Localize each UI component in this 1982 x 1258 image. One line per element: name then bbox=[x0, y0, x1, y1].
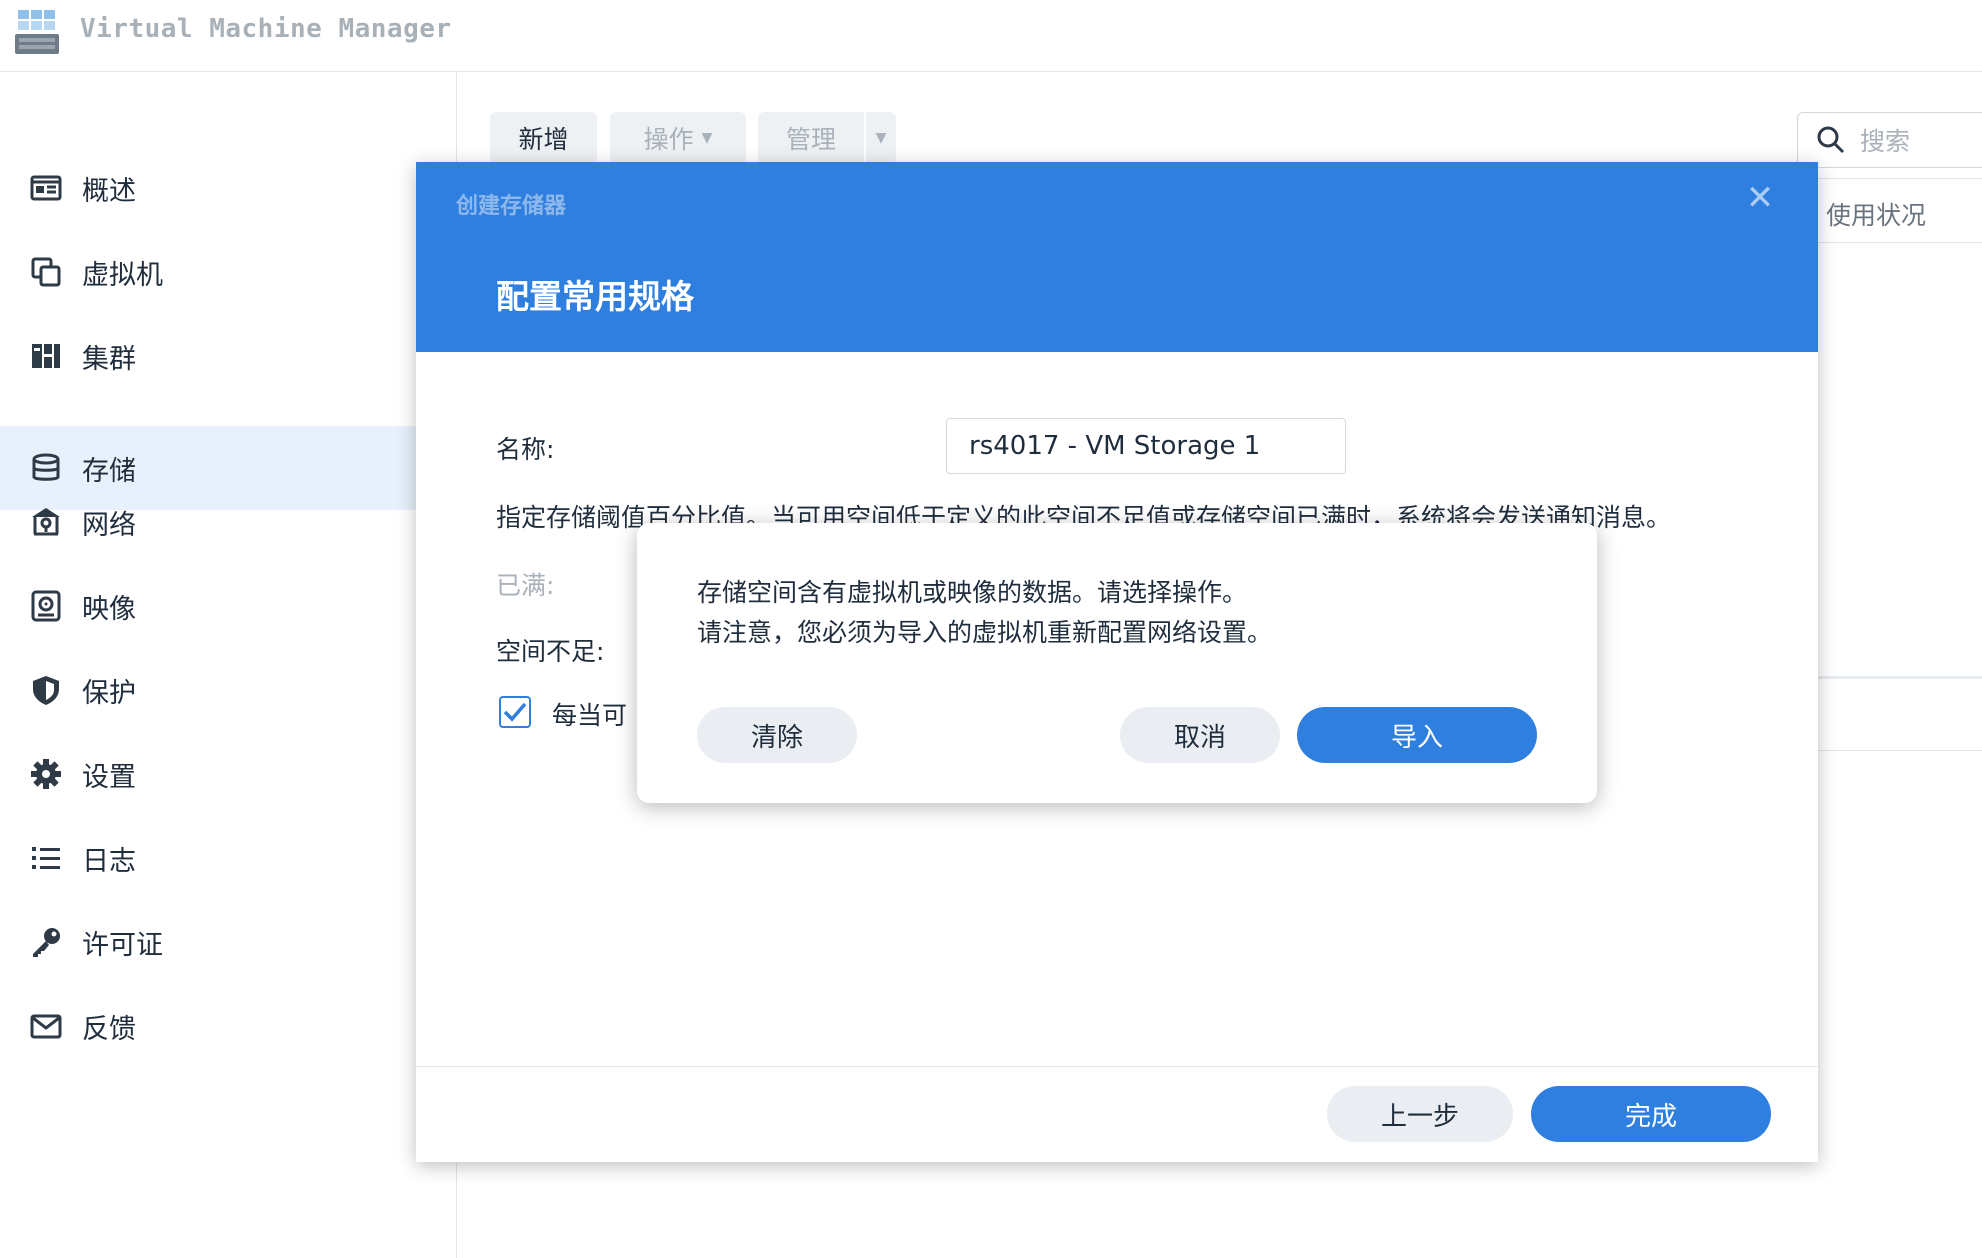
notify-checkbox-label: 每当可 bbox=[552, 701, 628, 730]
sidebar-item-log[interactable]: 日志 bbox=[0, 816, 420, 900]
shield-icon bbox=[28, 672, 64, 708]
sidebar: 概述 虚拟机 集群 存储 网络 映像 保护 设置 日志 许可证 反馈 bbox=[0, 72, 457, 1258]
clear-button[interactable]: 清除 bbox=[697, 707, 857, 763]
gear-icon bbox=[28, 756, 64, 792]
sidebar-item-label: 虚拟机 bbox=[82, 259, 163, 291]
sidebar-item-license[interactable]: 许可证 bbox=[0, 900, 420, 984]
caret-down-icon: ▼ bbox=[875, 130, 887, 146]
mail-icon bbox=[28, 1008, 64, 1044]
sidebar-item-image[interactable]: 映像 bbox=[0, 564, 420, 648]
table-header-divider bbox=[1818, 242, 1982, 243]
sidebar-item-label: 网络 bbox=[82, 509, 136, 541]
close-icon[interactable]: ✕ bbox=[1744, 181, 1776, 215]
sidebar-item-label: 映像 bbox=[82, 593, 136, 625]
back-button[interactable]: 上一步 bbox=[1327, 1086, 1513, 1142]
sidebar-item-network[interactable]: 网络 bbox=[0, 480, 420, 564]
import-confirm-dialog: 存储空间含有虚拟机或映像的数据。请选择操作。 请注意，您必须为导入的虚拟机重新配… bbox=[637, 523, 1597, 803]
sidebar-item-vm[interactable]: 虚拟机 bbox=[0, 230, 420, 314]
manage-button[interactable]: 管理 bbox=[758, 112, 864, 164]
usage-column-header[interactable]: 使用状况 bbox=[1826, 196, 1926, 232]
table-row-divider bbox=[1818, 676, 1982, 679]
dialog-window-title: 创建存储器 bbox=[456, 194, 567, 219]
import-button[interactable]: 导入 bbox=[1297, 707, 1537, 763]
name-field-value: rs4017 - VM Storage 1 bbox=[969, 431, 1261, 461]
caret-down-icon: ▼ bbox=[701, 130, 713, 146]
dialog-header: 创建存储器 ✕ 配置常用规格 bbox=[416, 162, 1818, 352]
image-icon bbox=[28, 588, 64, 624]
cluster-icon bbox=[28, 338, 64, 374]
sidebar-item-protection[interactable]: 保护 bbox=[0, 648, 420, 732]
overview-icon bbox=[28, 170, 64, 206]
alert-message-line-2: 请注意，您必须为导入的虚拟机重新配置网络设置。 bbox=[697, 618, 1273, 647]
action-button-label: 操作 bbox=[643, 125, 694, 154]
sidebar-item-label: 保护 bbox=[82, 677, 136, 709]
clear-button-label: 清除 bbox=[750, 722, 803, 753]
finish-button-label: 完成 bbox=[1624, 1101, 1677, 1132]
sidebar-item-label: 设置 bbox=[82, 761, 136, 793]
back-button-label: 上一步 bbox=[1380, 1101, 1459, 1132]
sidebar-item-label: 集群 bbox=[82, 343, 136, 375]
notify-checkbox[interactable] bbox=[499, 696, 531, 728]
key-icon bbox=[28, 924, 64, 960]
title-bar: Virtual Machine Manager bbox=[0, 0, 1982, 72]
import-button-label: 导入 bbox=[1390, 722, 1443, 753]
action-dropdown-button[interactable]: 操作 ▼ bbox=[610, 112, 746, 164]
sidebar-item-label: 许可证 bbox=[82, 929, 163, 961]
table-row-divider bbox=[1818, 750, 1982, 751]
low-space-threshold-label: 空间不足: bbox=[496, 637, 605, 666]
sidebar-item-settings[interactable]: 设置 bbox=[0, 732, 420, 816]
vm-icon bbox=[28, 254, 64, 290]
dialog-step-title: 配置常用规格 bbox=[496, 277, 694, 316]
finish-button[interactable]: 完成 bbox=[1531, 1086, 1771, 1142]
sidebar-item-feedback[interactable]: 反馈 bbox=[0, 984, 420, 1068]
add-button[interactable]: 新增 bbox=[490, 112, 597, 164]
sidebar-item-label: 概述 bbox=[82, 175, 136, 207]
cancel-button-label: 取消 bbox=[1173, 722, 1226, 753]
network-icon bbox=[28, 504, 64, 540]
manage-button-label: 管理 bbox=[785, 125, 836, 154]
vmm-app-icon bbox=[14, 8, 60, 56]
sidebar-item-cluster[interactable]: 集群 bbox=[0, 314, 420, 398]
alert-message-line-1: 存储空间含有虚拟机或映像的数据。请选择操作。 bbox=[697, 578, 1248, 607]
sidebar-item-label: 日志 bbox=[82, 845, 136, 877]
sidebar-item-label: 反馈 bbox=[82, 1013, 136, 1045]
cancel-button[interactable]: 取消 bbox=[1120, 707, 1280, 763]
full-threshold-label: 已满: bbox=[496, 571, 555, 600]
add-button-label: 新增 bbox=[518, 125, 569, 154]
search-placeholder: 搜索 bbox=[1860, 127, 1911, 156]
search-icon bbox=[1817, 126, 1845, 154]
search-input[interactable]: 搜索 bbox=[1797, 112, 1982, 168]
log-list-icon bbox=[28, 840, 64, 876]
app-title: Virtual Machine Manager bbox=[80, 14, 452, 44]
sidebar-item-overview[interactable]: 概述 bbox=[0, 146, 420, 230]
name-field[interactable]: rs4017 - VM Storage 1 bbox=[946, 418, 1346, 474]
name-label: 名称: bbox=[496, 435, 555, 464]
checkmark-icon bbox=[503, 702, 527, 722]
table-header-divider bbox=[1818, 178, 1982, 179]
manage-dropdown-toggle[interactable]: ▼ bbox=[866, 112, 896, 164]
dialog-footer-divider bbox=[416, 1066, 1818, 1067]
